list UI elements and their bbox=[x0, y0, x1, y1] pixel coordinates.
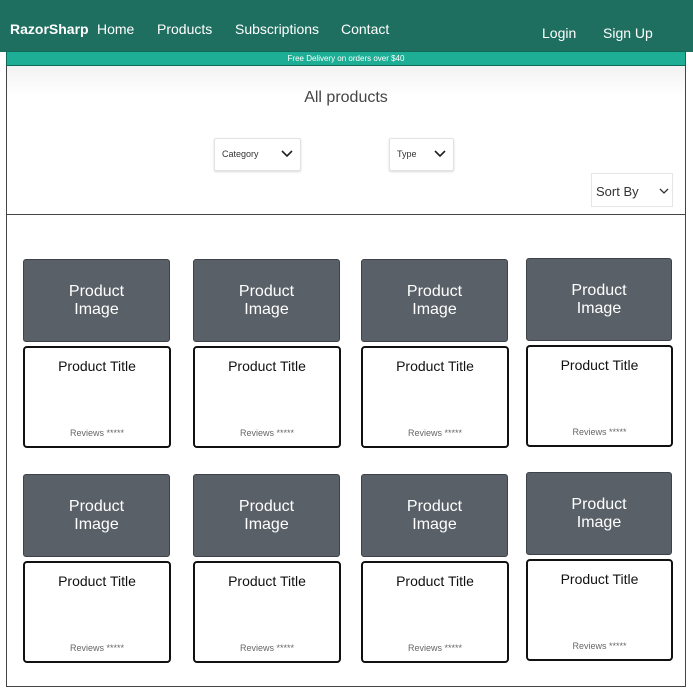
product-title[interactable]: Product Title bbox=[363, 358, 507, 374]
product-info: Product Title Reviews ***** bbox=[361, 561, 509, 663]
product-title[interactable]: Product Title bbox=[195, 358, 339, 374]
product-reviews: Reviews ***** bbox=[572, 427, 627, 437]
brand-logo[interactable]: RazorSharp bbox=[10, 21, 89, 37]
product-title[interactable]: Product Title bbox=[25, 573, 169, 589]
product-image[interactable]: Product Image bbox=[193, 259, 340, 342]
product-info: Product Title Reviews ***** bbox=[526, 345, 673, 447]
product-title[interactable]: Product Title bbox=[528, 357, 671, 373]
type-select[interactable]: Type bbox=[389, 138, 454, 171]
category-select[interactable]: Category bbox=[214, 138, 301, 171]
product-title[interactable]: Product Title bbox=[528, 571, 671, 587]
product-info: Product Title Reviews ***** bbox=[193, 346, 341, 448]
product-image[interactable]: Product Image bbox=[361, 474, 508, 557]
product-image[interactable]: Product Image bbox=[526, 258, 672, 341]
product-title[interactable]: Product Title bbox=[195, 573, 339, 589]
page-title: All products bbox=[304, 89, 388, 106]
product-image[interactable]: Product Image bbox=[23, 259, 170, 342]
product-reviews: Reviews ***** bbox=[239, 428, 295, 438]
sort-select-label: Sort By bbox=[596, 184, 639, 199]
product-reviews: Reviews ***** bbox=[239, 643, 295, 653]
product-reviews: Reviews ***** bbox=[407, 428, 463, 438]
product-reviews: Reviews ***** bbox=[69, 643, 125, 653]
type-select-label: Type bbox=[397, 149, 417, 159]
product-reviews: Reviews ***** bbox=[572, 641, 627, 651]
product-info: Product Title Reviews ***** bbox=[193, 561, 341, 663]
product-image[interactable]: Product Image bbox=[526, 472, 672, 555]
chevron-down-icon bbox=[434, 150, 446, 158]
product-info: Product Title Reviews ***** bbox=[361, 346, 509, 448]
product-info: Product Title Reviews ***** bbox=[23, 561, 171, 663]
product-image[interactable]: Product Image bbox=[193, 474, 340, 557]
sort-select[interactable]: Sort By bbox=[591, 173, 673, 207]
filter-panel: All products Category Type Sort By bbox=[6, 66, 686, 215]
chevron-down-icon bbox=[659, 188, 669, 194]
product-title[interactable]: Product Title bbox=[363, 573, 507, 589]
promo-banner: Free Delivery on orders over $40 bbox=[6, 51, 686, 66]
category-select-label: Category bbox=[222, 149, 259, 159]
nav-contact[interactable]: Contact bbox=[341, 21, 389, 37]
nav-home[interactable]: Home bbox=[97, 21, 134, 37]
signup-link[interactable]: Sign Up bbox=[603, 25, 653, 41]
chevron-down-icon bbox=[281, 150, 293, 158]
product-reviews: Reviews ***** bbox=[407, 643, 463, 653]
product-image[interactable]: Product Image bbox=[361, 259, 508, 342]
product-info: Product Title Reviews ***** bbox=[526, 559, 673, 661]
product-title[interactable]: Product Title bbox=[25, 358, 169, 374]
product-info: Product Title Reviews ***** bbox=[23, 346, 171, 448]
top-nav: RazorSharp Home Products Subscriptions C… bbox=[0, 0, 693, 52]
product-image[interactable]: Product Image bbox=[23, 474, 170, 557]
login-link[interactable]: Login bbox=[542, 25, 576, 41]
nav-subscriptions[interactable]: Subscriptions bbox=[235, 21, 319, 37]
product-reviews: Reviews ***** bbox=[69, 428, 125, 438]
nav-products[interactable]: Products bbox=[157, 21, 212, 37]
